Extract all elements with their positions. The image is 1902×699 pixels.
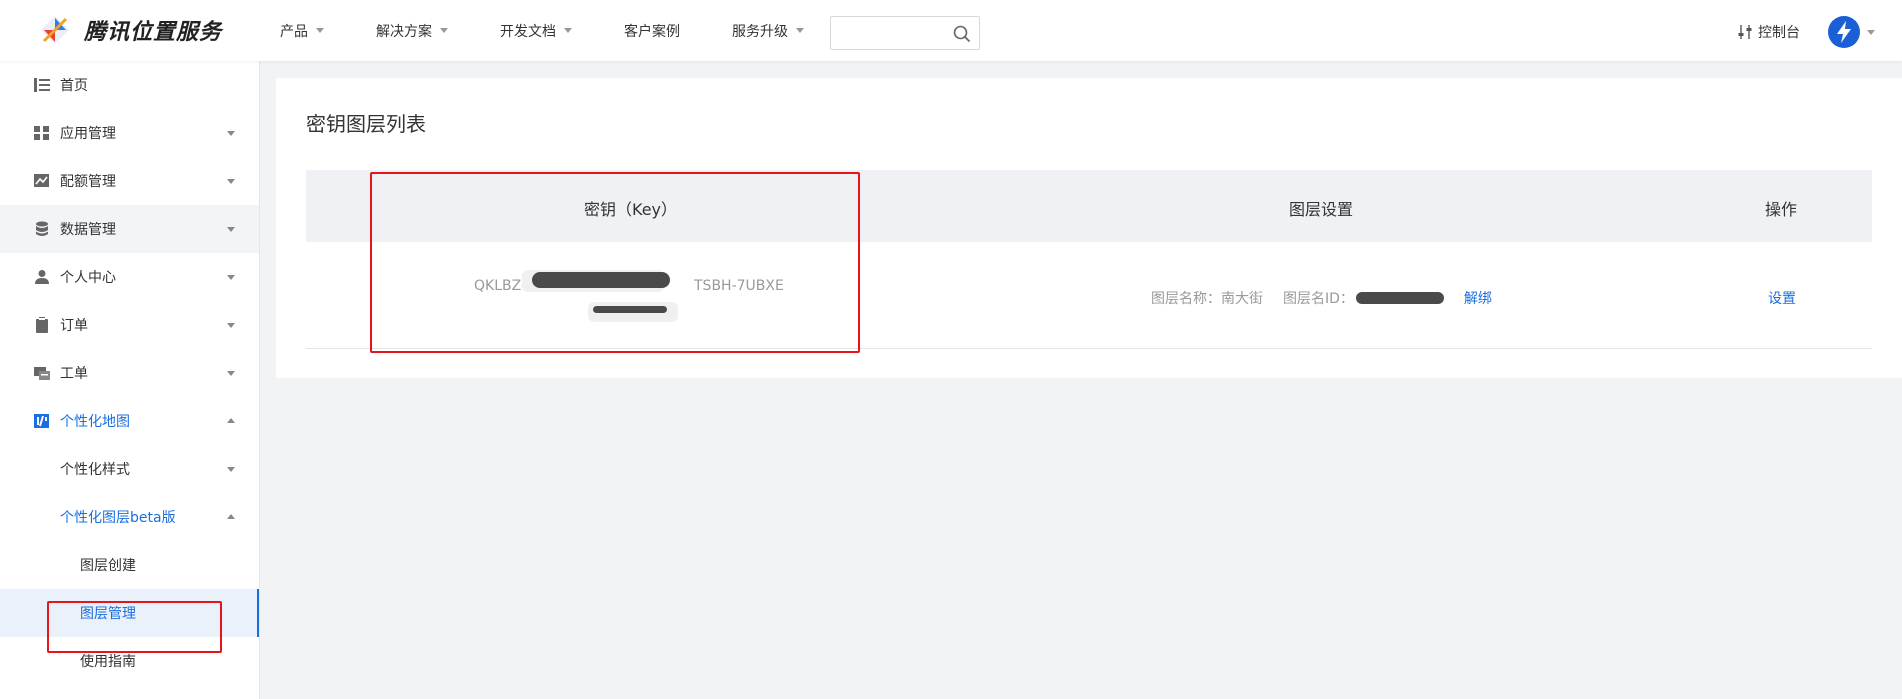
nav-label: 开发文档 [500, 23, 556, 40]
nav-label: 服务升级 [732, 23, 788, 40]
lightning-icon [1837, 21, 1851, 43]
sidebar-item-home[interactable]: 首页 [0, 61, 259, 109]
table-header: 密钥（Key） 图层设置 操作 [306, 170, 1872, 242]
nav-item-upgrade[interactable]: 服务升级 [732, 21, 804, 41]
chevron-down-icon [796, 28, 804, 33]
grid-icon [34, 126, 49, 140]
sidebar-item-layer-create[interactable]: 图层创建 [0, 541, 259, 589]
nav-label: 产品 [280, 23, 308, 40]
layer-name-value: 南大街 [1221, 291, 1263, 307]
key-redaction [532, 272, 670, 288]
sidebar-item-label: 工单 [60, 366, 88, 382]
table-row: QKLBZ- TSBH-7UBXE 图层名称： 南大街 图层名ID： 解绑 设置 [306, 242, 1872, 349]
sidebar-item-label: 配额管理 [60, 174, 116, 190]
chevron-down-icon [227, 179, 235, 184]
main-nav: 产品 解决方案 开发文档 客户案例 服务升级 [280, 0, 856, 61]
chevron-down-icon [227, 467, 235, 472]
sidebar: 首页 应用管理 配额管理 数据管理 个人中心 订单 工单 个性化地图 个性化样式 [0, 61, 260, 699]
database-icon [36, 221, 48, 236]
sidebar-item-label: 订单 [60, 318, 88, 334]
clipboard-icon [36, 317, 48, 333]
nav-item-docs[interactable]: 开发文档 [500, 21, 572, 41]
nav-item-solutions[interactable]: 解决方案 [376, 21, 448, 41]
chevron-down-icon [227, 275, 235, 280]
compass-logo-icon [41, 16, 69, 44]
unbind-link[interactable]: 解绑 [1464, 288, 1492, 308]
sidebar-item-layer-manage[interactable]: 图层管理 [0, 589, 259, 637]
chart-icon [34, 174, 49, 187]
column-header-actions: 操作 [1765, 200, 1798, 219]
chevron-down-icon [227, 227, 235, 232]
nav-item-cases[interactable]: 客户案例 [624, 21, 680, 41]
sidebar-item-label: 个性化地图 [60, 414, 130, 430]
sidebar-item-label: 个人中心 [60, 270, 116, 286]
sidebar-item-guide[interactable]: 使用指南 [0, 637, 259, 685]
top-navbar: 腾讯位置服务 产品 解决方案 开发文档 客户案例 服务升级 控制台 [0, 0, 1902, 61]
sidebar-item-custom-layer[interactable]: 个性化图层beta版 [0, 493, 259, 541]
layer-name-label: 图层名称： [1151, 291, 1221, 307]
main-panel: 密钥图层列表 密钥（Key） 图层设置 操作 QKLBZ- TSBH-7UBXE… [276, 78, 1902, 378]
chevron-down-icon[interactable] [1867, 30, 1875, 35]
sidebar-item-label: 图层管理 [80, 606, 136, 622]
sidebar-item-label: 数据管理 [60, 222, 116, 238]
sliders-icon [1738, 25, 1752, 39]
chevron-down-icon [227, 131, 235, 136]
key-redaction [593, 306, 667, 313]
sidebar-item-orders[interactable]: 订单 [0, 301, 259, 349]
sidebar-item-data[interactable]: 数据管理 [0, 205, 259, 253]
layer-id-redaction [1355, 292, 1444, 304]
key-layer-table: 密钥（Key） 图层设置 操作 QKLBZ- TSBH-7UBXE 图层名称： … [306, 170, 1872, 349]
search-box [830, 16, 980, 50]
chevron-down-icon [316, 28, 324, 33]
chevron-up-icon [227, 514, 235, 519]
chevron-down-icon [440, 28, 448, 33]
sidebar-item-label: 使用指南 [80, 654, 136, 670]
page-title: 密钥图层列表 [306, 112, 426, 136]
sidebar-item-label: 个性化样式 [60, 462, 130, 478]
column-header-key: 密钥（Key） [584, 200, 678, 219]
layer-info: 图层名称： 南大街 图层名ID： 解绑 [1151, 288, 1492, 308]
column-header-layer-settings: 图层设置 [1289, 200, 1354, 219]
user-icon [35, 270, 49, 284]
sidebar-item-tickets[interactable]: 工单 [0, 349, 259, 397]
ticket-icon [34, 367, 50, 380]
sidebar-item-label: 个性化图层beta版 [60, 510, 176, 526]
nav-label: 客户案例 [624, 23, 680, 40]
layer-id-label: 图层名ID： [1283, 291, 1354, 307]
chevron-up-icon [227, 418, 235, 423]
chevron-down-icon [227, 323, 235, 328]
sidebar-item-custom-style[interactable]: 个性化样式 [0, 445, 259, 493]
brand-name: 腾讯位置服务 [84, 20, 223, 45]
nav-item-products[interactable]: 产品 [280, 21, 324, 41]
sidebar-item-apps[interactable]: 应用管理 [0, 109, 259, 157]
settings-link[interactable]: 设置 [1768, 288, 1796, 308]
avatar[interactable] [1828, 16, 1860, 48]
sidebar-item-label: 应用管理 [60, 126, 116, 142]
custom-map-icon [34, 414, 49, 428]
key-suffix: TSBH-7UBXE [694, 278, 784, 294]
nav-label: 解决方案 [376, 23, 432, 40]
key-prefix: QKLBZ- [474, 278, 527, 294]
search-icon[interactable] [953, 25, 971, 43]
chevron-down-icon [227, 371, 235, 376]
chevron-down-icon [564, 28, 572, 33]
sidebar-item-label: 首页 [60, 78, 88, 94]
sidebar-item-label: 图层创建 [80, 558, 136, 574]
list-icon [34, 78, 50, 92]
sidebar-item-custom-map[interactable]: 个性化地图 [0, 397, 259, 445]
sidebar-item-profile[interactable]: 个人中心 [0, 253, 259, 301]
sidebar-item-quota[interactable]: 配额管理 [0, 157, 259, 205]
console-link[interactable]: 控制台 [1738, 22, 1800, 42]
brand-logo[interactable]: 腾讯位置服务 [40, 14, 222, 46]
console-label: 控制台 [1758, 25, 1800, 41]
search-input[interactable] [831, 17, 941, 49]
